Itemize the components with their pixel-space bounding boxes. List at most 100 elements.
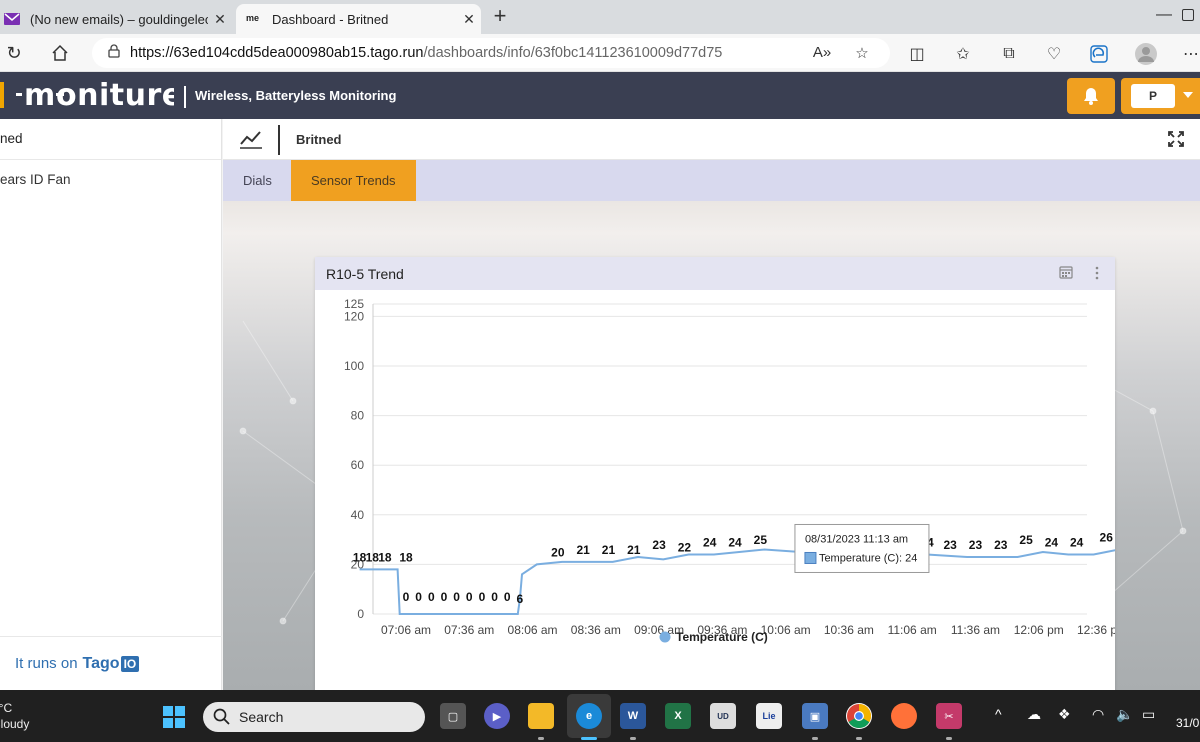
tab-dials[interactable]: Dials bbox=[223, 160, 292, 201]
close-icon[interactable]: ✕ bbox=[457, 11, 481, 28]
weather-temp: 7°C bbox=[0, 701, 13, 715]
file-explorer-icon[interactable] bbox=[528, 703, 554, 729]
x-tick-label: 07:06 am bbox=[381, 623, 431, 637]
monitura-favicon-icon: me bbox=[246, 13, 260, 23]
data-label: 0 bbox=[403, 590, 410, 604]
sidebar: ned ears ID Fan It runs on Tago IO bbox=[0, 119, 222, 690]
calendar-icon[interactable] bbox=[1059, 265, 1073, 279]
data-label: 0 bbox=[466, 590, 473, 604]
excel-icon[interactable]: X bbox=[665, 703, 691, 729]
y-tick-label: 100 bbox=[344, 359, 364, 373]
profile-avatar-icon[interactable] bbox=[1135, 43, 1157, 65]
close-icon[interactable]: ✕ bbox=[208, 11, 232, 28]
url-path: /dashboards/info/63f0bc141123610009d77d7… bbox=[423, 45, 723, 61]
temperature-trend-chart[interactable]: 02040608010012012507:06 am 07:36 am 08:06 … bbox=[315, 290, 1115, 690]
data-label: 24 bbox=[703, 535, 717, 549]
mail-icon bbox=[4, 13, 20, 25]
sidebar-item-fan[interactable]: ears ID Fan bbox=[0, 160, 221, 200]
collections-icon[interactable]: ⧉ bbox=[998, 43, 1020, 65]
volume-icon[interactable]: 🔈 bbox=[1116, 706, 1133, 723]
home-icon[interactable] bbox=[48, 41, 72, 65]
running-indicator bbox=[538, 737, 544, 740]
data-label: 22 bbox=[678, 540, 692, 554]
clock-date[interactable]: 31/0 bbox=[1176, 716, 1199, 730]
maximize-icon[interactable] bbox=[1182, 9, 1194, 21]
remote-desktop-icon[interactable]: ▣ bbox=[802, 703, 828, 729]
task-view-icon[interactable]: ▢ bbox=[440, 703, 466, 729]
chrome-icon[interactable] bbox=[846, 703, 872, 729]
monitura-logo[interactable]: m oniture bbox=[16, 77, 182, 113]
onedrive-cloud-icon[interactable]: ☁ bbox=[1027, 706, 1041, 723]
favorites-icon[interactable]: ✩ bbox=[952, 43, 974, 65]
tooltip-label: Temperature (C): 24 bbox=[819, 552, 917, 564]
data-label: 0 bbox=[428, 590, 435, 604]
edge-browser-icon[interactable]: e bbox=[576, 703, 602, 729]
browser-tabstrip: (No new emails) – gouldingelectr ✕ me Da… bbox=[0, 0, 1200, 34]
tago-brand: Tago bbox=[82, 654, 120, 672]
tray-overflow-chevron-icon[interactable]: ^ bbox=[995, 706, 1002, 722]
edge-extension-icon[interactable] bbox=[1088, 43, 1110, 65]
y-tick-label: 40 bbox=[351, 508, 365, 522]
x-tick-label: 11:36 am bbox=[951, 623, 1000, 637]
firefox-icon[interactable] bbox=[891, 703, 917, 729]
weather-widget[interactable]: 7°C Cloudy bbox=[0, 700, 29, 732]
data-label: 24 bbox=[1045, 535, 1059, 549]
y-tick-label: 60 bbox=[351, 458, 365, 472]
windows-start-icon[interactable] bbox=[163, 706, 185, 728]
wifi-icon[interactable]: ◠ bbox=[1092, 706, 1104, 723]
search-icon bbox=[213, 708, 230, 725]
app-icon-1[interactable]: UD bbox=[710, 703, 736, 729]
data-label: 23 bbox=[652, 538, 666, 552]
tago-footer[interactable]: It runs on Tago IO bbox=[0, 636, 222, 690]
app-icon-2[interactable]: Lie bbox=[756, 703, 782, 729]
data-label: 0 bbox=[441, 590, 448, 604]
x-tick-label: 12:06 pm bbox=[1014, 623, 1064, 637]
more-vertical-icon[interactable] bbox=[1093, 266, 1101, 280]
header-divider bbox=[184, 86, 186, 108]
dropbox-icon[interactable]: ❖ bbox=[1058, 706, 1071, 723]
bell-icon bbox=[1084, 88, 1098, 105]
x-tick-label: 11:06 am bbox=[888, 623, 937, 637]
tab-inactive[interactable]: (No new emails) – gouldingelectr ✕ bbox=[0, 4, 232, 34]
address-bar-row: ↻ https://63ed104cdd5dea000980ab15.tago.… bbox=[0, 34, 1200, 72]
series-line-temperature bbox=[359, 548, 1115, 615]
data-label: 18 bbox=[353, 550, 367, 564]
widget-header: R10-5 Trend bbox=[315, 257, 1115, 290]
line-chart-icon[interactable] bbox=[239, 128, 263, 150]
y-tick-label: 80 bbox=[351, 409, 365, 423]
more-menu-icon[interactable]: ⋯ bbox=[1180, 43, 1200, 65]
fullscreen-icon[interactable] bbox=[1168, 131, 1184, 147]
data-label: 0 bbox=[504, 590, 511, 604]
data-label: 21 bbox=[627, 543, 641, 557]
taskbar-search[interactable]: Search bbox=[203, 702, 425, 732]
data-label: 21 bbox=[602, 543, 616, 557]
tab-active[interactable]: me Dashboard - Britned ✕ bbox=[236, 4, 481, 34]
app-header: m oniture Wireless, Batteryless Monitori… bbox=[0, 72, 1200, 119]
new-tab-button[interactable]: + bbox=[486, 4, 514, 30]
data-label: 24 bbox=[1070, 535, 1084, 549]
user-menu-button[interactable]: P bbox=[1121, 78, 1200, 114]
widget-title: R10-5 Trend bbox=[326, 266, 404, 282]
trend-widget: R10-5 Trend 0 20 40 60 80 100 120 125 07:06 am 07… bbox=[315, 257, 1115, 690]
favorite-star-icon[interactable]: ☆ bbox=[852, 44, 872, 62]
data-label: 21 bbox=[576, 543, 590, 557]
split-screen-icon[interactable]: ◫ bbox=[906, 43, 928, 65]
user-initial: P bbox=[1131, 84, 1175, 108]
minimize-icon[interactable]: — bbox=[1156, 6, 1172, 24]
battery-icon[interactable]: ▭ bbox=[1142, 706, 1155, 723]
read-aloud-icon[interactable]: A» bbox=[812, 44, 832, 62]
x-tick-label: 10:06 am bbox=[761, 623, 811, 637]
data-label: 6 bbox=[517, 592, 524, 606]
dashboard-header-divider bbox=[278, 125, 280, 155]
notifications-button[interactable] bbox=[1067, 78, 1115, 114]
teams-chat-icon[interactable]: ▶ bbox=[484, 703, 510, 729]
tab-sensor-trends[interactable]: Sensor Trends bbox=[291, 160, 416, 201]
browser-essentials-icon[interactable]: ♡ bbox=[1043, 43, 1065, 65]
refresh-icon[interactable]: ↻ bbox=[2, 41, 26, 65]
word-icon[interactable]: W bbox=[620, 703, 646, 729]
url-input[interactable]: https://63ed104cdd5dea000980ab15.tago.ru… bbox=[92, 38, 890, 68]
sidebar-header[interactable]: ned bbox=[0, 119, 221, 160]
snipping-tool-icon[interactable]: ✂ bbox=[936, 703, 962, 729]
running-indicator bbox=[812, 737, 818, 740]
data-label: 23 bbox=[969, 538, 983, 552]
